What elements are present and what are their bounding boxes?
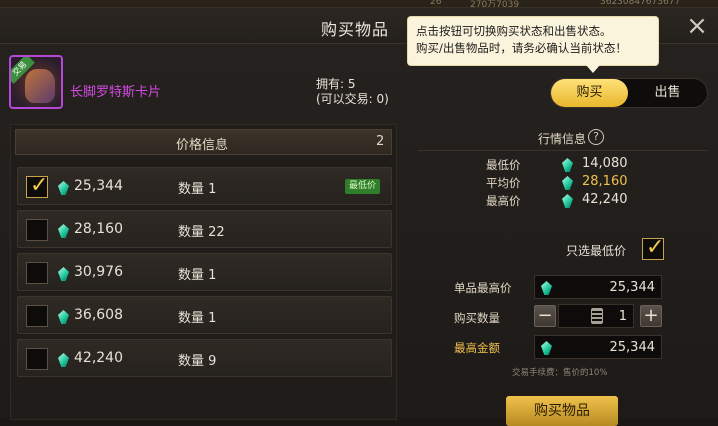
calculator-icon[interactable]	[591, 308, 603, 324]
row-price: 30,976	[74, 264, 123, 280]
unit-max-price-input[interactable]: 25,344	[534, 275, 662, 299]
ownership-info: 拥有: 5 (可以交易: 0)	[316, 77, 389, 107]
gem-icon	[58, 267, 69, 281]
fee-note: 交易手续费：售价的10%	[512, 368, 608, 378]
price-row[interactable]: 28,160 数量 22	[17, 210, 392, 248]
buy-item-button[interactable]: 购买物品	[506, 396, 618, 426]
max-price-value: 42,240	[582, 192, 628, 207]
only-lowest-label: 只选最低价	[566, 244, 627, 258]
row-qty: 数量 9	[178, 354, 217, 369]
increase-qty-button[interactable]: +	[640, 305, 662, 327]
mode-tooltip: 点击按钮可切换购买状态和出售状态。 购买/出售物品时，请务必确认当前状态！	[407, 16, 659, 73]
price-row[interactable]: ✓ 25,344 数量 1 最低价	[17, 167, 392, 205]
market-title: 行情信息	[538, 132, 587, 146]
price-info-panel: 价格信息 2 ✓ 25,344 数量 1 最低价 28,160 数量 22 30…	[10, 124, 397, 420]
buy-sell-toggle[interactable]: 购买 出售	[550, 78, 708, 108]
row-qty: 数量 1	[178, 268, 217, 283]
unit-max-label: 单品最高价	[454, 281, 512, 295]
row-qty: 数量 1	[178, 182, 217, 197]
tradable-count: (可以交易: 0)	[316, 92, 389, 106]
qty-label: 购买数量	[454, 311, 500, 325]
item-card-icon: 交易	[9, 55, 63, 109]
toggle-sell[interactable]: 出售	[629, 79, 706, 107]
min-price-label: 最低价	[486, 158, 521, 172]
close-icon[interactable]: ×	[684, 13, 710, 40]
gem-icon	[58, 353, 69, 367]
row-checkbox[interactable]	[26, 219, 48, 241]
strip-text-left: 26	[430, 0, 442, 7]
gem-icon	[541, 341, 552, 355]
help-icon[interactable]: ?	[588, 129, 604, 145]
tooltip-line-1: 点击按钮可切换购买状态和出售状态。	[416, 24, 612, 38]
dialog-title: 购买物品	[320, 20, 389, 39]
row-price: 36,608	[74, 307, 123, 323]
checkmark-icon: ✓	[30, 173, 49, 198]
gem-icon	[562, 158, 573, 172]
price-row[interactable]: 42,240 数量 9	[17, 339, 392, 377]
gem-icon	[58, 181, 69, 195]
lowest-price-badge: 最低价	[345, 179, 381, 194]
price-row[interactable]: 30,976 数量 1	[17, 253, 392, 291]
market-panel: 行情信息 ? 最低价 14,080 平均价 28,160 最高价 42,240 …	[418, 124, 708, 426]
purchase-dialog: 购买物品 × 点击按钮可切换购买状态和出售状态。 购买/出售物品时，请务必确认当…	[0, 8, 718, 426]
qty-value: 1	[618, 309, 627, 324]
own-count: 拥有: 5	[316, 77, 356, 91]
row-checkbox[interactable]	[26, 262, 48, 284]
tooltip-line-2: 购买/出售物品时，请务必确认当前状态！	[416, 41, 627, 55]
price-info-title: 价格信息	[176, 138, 229, 153]
decrease-qty-button[interactable]: −	[534, 305, 556, 327]
strip-text-right: 36230847673677	[600, 0, 681, 7]
min-price-value: 14,080	[582, 156, 628, 171]
market-divider	[418, 150, 708, 151]
row-qty: 数量 1	[178, 311, 217, 326]
row-price: 42,240	[74, 350, 123, 366]
toggle-buy[interactable]: 购买	[551, 79, 628, 107]
price-row[interactable]: 36,608 数量 1	[17, 296, 392, 334]
row-qty: 数量 22	[178, 225, 225, 240]
qty-input[interactable]: 1	[558, 304, 634, 328]
price-info-count: 2	[376, 134, 385, 149]
avg-price-label: 平均价	[486, 176, 521, 190]
row-checkbox[interactable]	[26, 305, 48, 327]
unit-max-value: 25,344	[609, 280, 656, 295]
total-value: 25,344	[609, 340, 656, 355]
gem-icon	[562, 194, 573, 208]
item-name: 长脚罗特斯卡片	[70, 85, 162, 100]
price-info-header: 价格信息 2	[15, 129, 392, 155]
card-art	[25, 69, 55, 103]
total-amount-field: 25,344	[534, 335, 662, 359]
top-resource-strip: 26 270万7039 36230847673677	[0, 0, 718, 8]
row-price: 25,344	[74, 178, 123, 194]
gem-icon	[562, 176, 573, 190]
checkmark-icon: ✓	[646, 235, 665, 260]
strip-text-mid: 270万7039	[470, 0, 520, 8]
max-price-label: 最高价	[486, 194, 521, 208]
only-lowest-checkbox[interactable]: ✓	[642, 235, 665, 260]
gem-icon	[541, 281, 552, 295]
row-checkbox[interactable]: ✓	[26, 173, 49, 198]
row-checkbox[interactable]	[26, 348, 48, 370]
gem-icon	[58, 310, 69, 324]
total-label: 最高金额	[454, 341, 500, 355]
avg-price-value: 28,160	[582, 174, 628, 189]
row-price: 28,160	[74, 221, 123, 237]
gem-icon	[58, 224, 69, 238]
